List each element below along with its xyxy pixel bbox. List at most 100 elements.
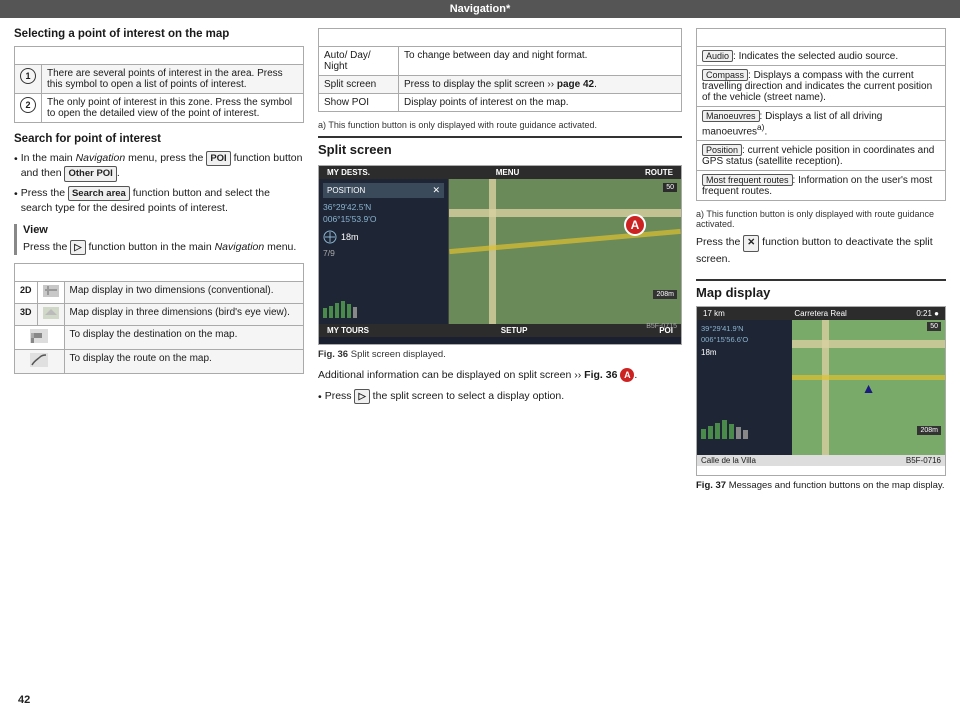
- func-table-1-row1-text: There are several points of interest in …: [42, 65, 304, 94]
- poi-button-label: POI: [206, 151, 230, 166]
- func-right-row5: Most frequent routes: Information on the…: [697, 171, 946, 201]
- fig37-text: Messages and function buttons on the map…: [729, 480, 945, 491]
- circle-1: 1: [20, 68, 36, 84]
- func-table-2: Function button: function 2D Map display…: [14, 263, 304, 374]
- left-column: Selecting a point of interest on the map…: [14, 28, 304, 684]
- func-right-row4: Position: current vehicle position in co…: [697, 141, 946, 171]
- bullet2-dot: •: [14, 187, 18, 202]
- page: Navigation* Selecting a point of interes…: [0, 0, 960, 708]
- view-box-title: View: [23, 224, 304, 236]
- nav-dist-label: 18m: [341, 232, 359, 242]
- func-row3-col1: Show POI: [319, 94, 399, 112]
- func-table-1-header: Function button: function: [15, 47, 304, 65]
- search-area-button-label: Search area: [68, 186, 130, 201]
- circle-2: 2: [20, 97, 36, 113]
- fig37-label: Fig. 37: [696, 480, 726, 491]
- func-table-middle-header: Function button: function: [319, 29, 682, 47]
- map-car-icon: ▲: [862, 380, 876, 396]
- nav-bar-menu: MENU: [496, 168, 520, 177]
- func-row1-col1: Auto/ Day/ Night: [319, 47, 399, 76]
- func-table-right-header: Function button: function: [697, 29, 946, 47]
- map-display-title: Map display: [696, 279, 946, 300]
- bullet1-text: In the main Navigation menu, press the P…: [21, 151, 304, 182]
- row-3d-icon: 3D: [15, 303, 38, 325]
- func-row2-col2: Press to display the split screen ›› pag…: [399, 76, 682, 94]
- map-dist-badge: 208m: [653, 290, 677, 299]
- position-tag: Position: [702, 144, 742, 156]
- screenshot-caption: Fig. 36 Split screen displayed.: [318, 349, 682, 360]
- nav-coords2: 006°15'53.9'O: [323, 214, 444, 224]
- split-screen-para: Additional information can be displayed …: [318, 368, 682, 383]
- func-right-row3: Manoeuvres: Displays a list of all drivi…: [697, 107, 946, 141]
- func-table-1-row2-text: The only point of interest in this zone.…: [42, 94, 304, 123]
- fig36-text: Split screen displayed.: [351, 349, 446, 360]
- row-3d-mapicon: [37, 303, 64, 325]
- page-number: 42: [0, 690, 960, 708]
- map-dist-label: 18m: [701, 348, 788, 357]
- map-display-screenshot: 17 km Carretera Real 0:21 ● 39°29'41.9'N…: [696, 306, 946, 476]
- map-road-name: Carretera Real: [794, 309, 846, 318]
- map-coords1-label: 39°29'41.9'N: [701, 324, 788, 333]
- func-row2-col1: Split screen: [319, 76, 399, 94]
- map-display-caption: Fig. 37 Messages and function buttons on…: [696, 480, 946, 491]
- circle-a-inline: A: [620, 368, 634, 382]
- func-table-1-row2-icon: 2: [15, 94, 42, 123]
- view-btn-label: ▷: [70, 240, 85, 255]
- compass-tag: Compass: [702, 69, 748, 81]
- nav-close-btn[interactable]: ✕: [432, 185, 440, 196]
- manoeuvres-tag: Manoeuvres: [702, 110, 760, 122]
- row-3d-text: Map display in three dimensions (bird's …: [64, 303, 303, 325]
- map-time-top: 0:21 ●: [916, 309, 939, 318]
- row-dest-text: To display the destination on the map.: [64, 325, 303, 349]
- bullet2-text: Press the Search area function button an…: [21, 186, 304, 216]
- right-column: Function button: function Audio: Indicat…: [696, 28, 946, 684]
- row-route-icon: [15, 349, 65, 373]
- row-2d-icon: 2D: [15, 281, 38, 303]
- middle-column: Function button: function Auto/ Day/ Nig…: [318, 28, 682, 684]
- split-screen-btn: ▷: [354, 389, 369, 404]
- func-row3-col2: Display points of interest on the map.: [399, 94, 682, 112]
- right-footnote: a) This function button is only displaye…: [696, 209, 946, 229]
- view-box-text: Press the ▷ function button in the main …: [23, 240, 304, 255]
- map-coords2-label: 006°15'56.6'O: [701, 335, 788, 344]
- row-2d-text: Map display in two dimensions (conventio…: [64, 281, 303, 303]
- deactivate-btn-label: ✕: [743, 235, 759, 251]
- other-poi-button-label: Other POI: [64, 166, 116, 181]
- map-marker-a: A: [624, 214, 646, 236]
- func-table-1-row1-icon: 1: [15, 65, 42, 94]
- nav-time-label: 7/9: [323, 248, 444, 258]
- bsf-label: B5F-0715: [646, 323, 677, 330]
- func-right-row1: Audio: Indicates the selected audio sour…: [697, 47, 946, 66]
- fig36-label: Fig. 36: [318, 349, 348, 360]
- nav-coords1: 36°29'42.5'N: [323, 202, 444, 212]
- map-dist-top: 17 km: [703, 309, 725, 318]
- nav-bar-route: ROUTE: [645, 168, 673, 177]
- func-table-1: Function button: function 1 There are se…: [14, 46, 304, 123]
- bullet1: • In the main Navigation menu, press the…: [14, 151, 304, 182]
- audio-tag: Audio: [702, 50, 733, 62]
- nav-bar-setup: SETUP: [501, 326, 528, 335]
- bullet3-text: Press ▷ the split screen to select a dis…: [325, 389, 564, 404]
- section1-title: Selecting a point of interest on the map: [14, 28, 304, 40]
- bullet3: • Press ▷ the split screen to select a d…: [318, 389, 682, 405]
- section2-title: Search for point of interest: [14, 133, 304, 145]
- bullet2: • Press the Search area function button …: [14, 186, 304, 216]
- func-table-middle: Function button: function Auto/ Day/ Nig…: [318, 28, 682, 112]
- nav-bar-mydests: MY DESTS.: [327, 168, 370, 177]
- most-frequent-tag: Most frequent routes: [702, 174, 793, 186]
- func-table-2-header: Function button: function: [15, 263, 304, 281]
- page-header-title: Navigation*: [450, 3, 511, 15]
- bullet1-dot: •: [14, 152, 18, 167]
- split-screen-title: Split screen: [318, 136, 682, 157]
- row-2d-mapicon: [37, 281, 64, 303]
- map-speed-badge: 50: [927, 322, 941, 331]
- nav-screenshot: MY DESTS. MENU ROUTE POSITION ✕ 36°29'42…: [318, 165, 682, 345]
- map-bsf-label: B5F-0716: [906, 456, 941, 465]
- func-table-right: Function button: function Audio: Indicat…: [696, 28, 946, 201]
- nav-position-label: POSITION: [327, 186, 365, 195]
- middle-footnote: a) This function button is only displaye…: [318, 120, 682, 130]
- deactivate-text: Press the ✕ function button to deactivat…: [696, 235, 946, 267]
- map-caption-text: Calle de la Villa: [701, 456, 756, 465]
- func-row1-col2: To change between day and night format.: [399, 47, 682, 76]
- nav-bar-mytours: MY TOURS: [327, 326, 369, 335]
